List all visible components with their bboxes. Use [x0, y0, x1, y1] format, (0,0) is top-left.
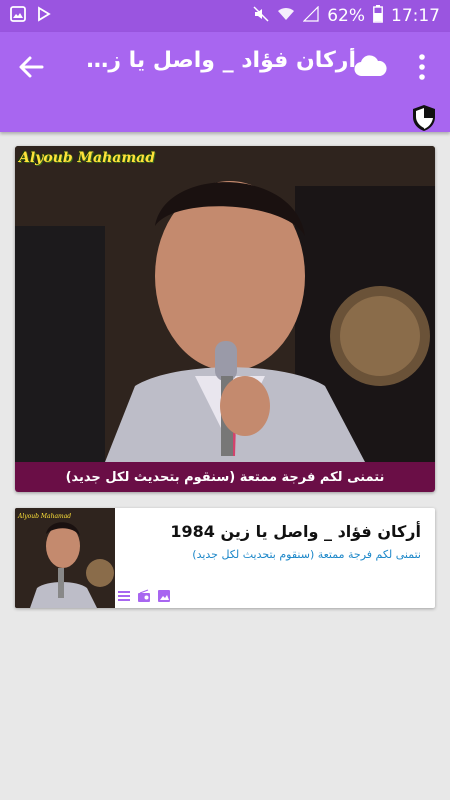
list-icon[interactable]	[117, 588, 131, 602]
cloud-icon[interactable]	[353, 54, 387, 78]
battery-percent: 62%	[327, 6, 365, 26]
video-player-card[interactable]: Alyoub Mahamad نتمنى لكم فرجة ممتعة (سنق…	[15, 146, 435, 492]
item-thumbnail[interactable]: Alyoub Mahamad	[15, 508, 115, 608]
clock: 17:17	[391, 6, 440, 26]
mute-icon	[253, 5, 269, 27]
battery-icon	[373, 4, 383, 28]
status-bar: 62% 17:17	[0, 0, 450, 32]
signal-icon	[302, 5, 319, 27]
item-thumbnail-image: Alyoub Mahamad	[15, 508, 115, 608]
page-title: أركان فؤاد _ واصل يا زي...	[86, 48, 356, 73]
play-store-notification-icon	[36, 5, 52, 27]
image-icon[interactable]	[157, 588, 171, 602]
video-caption: نتمنى لكم فرجة ممتعة (سنقوم بتحديث لكل ج…	[15, 462, 435, 492]
item-icon-row	[117, 588, 171, 602]
list-item[interactable]: Alyoub Mahamad أركان فؤاد _ واصل يا زين …	[15, 508, 435, 608]
image-notification-icon	[10, 5, 26, 27]
shield-icon[interactable]	[412, 104, 436, 132]
arrow-back-icon[interactable]	[16, 52, 46, 82]
video-thumbnail[interactable]: Alyoub Mahamad	[15, 146, 435, 462]
video-frame-image	[15, 146, 435, 462]
video-watermark: Alyoub Mahamad	[19, 150, 155, 166]
item-subtitle: نتمنى لكم فرجة ممتعة (سنقوم بتحديث لكل ج…	[192, 548, 421, 561]
radio-icon[interactable]	[137, 588, 151, 602]
more-vert-icon[interactable]	[414, 52, 430, 82]
app-bar: أركان فؤاد _ واصل يا زي...	[0, 32, 450, 132]
wifi-icon	[277, 6, 295, 27]
item-title: أركان فؤاد _ واصل يا زين 1984	[170, 522, 421, 541]
item-thumbnail-watermark: Alyoub Mahamad	[17, 513, 71, 520]
